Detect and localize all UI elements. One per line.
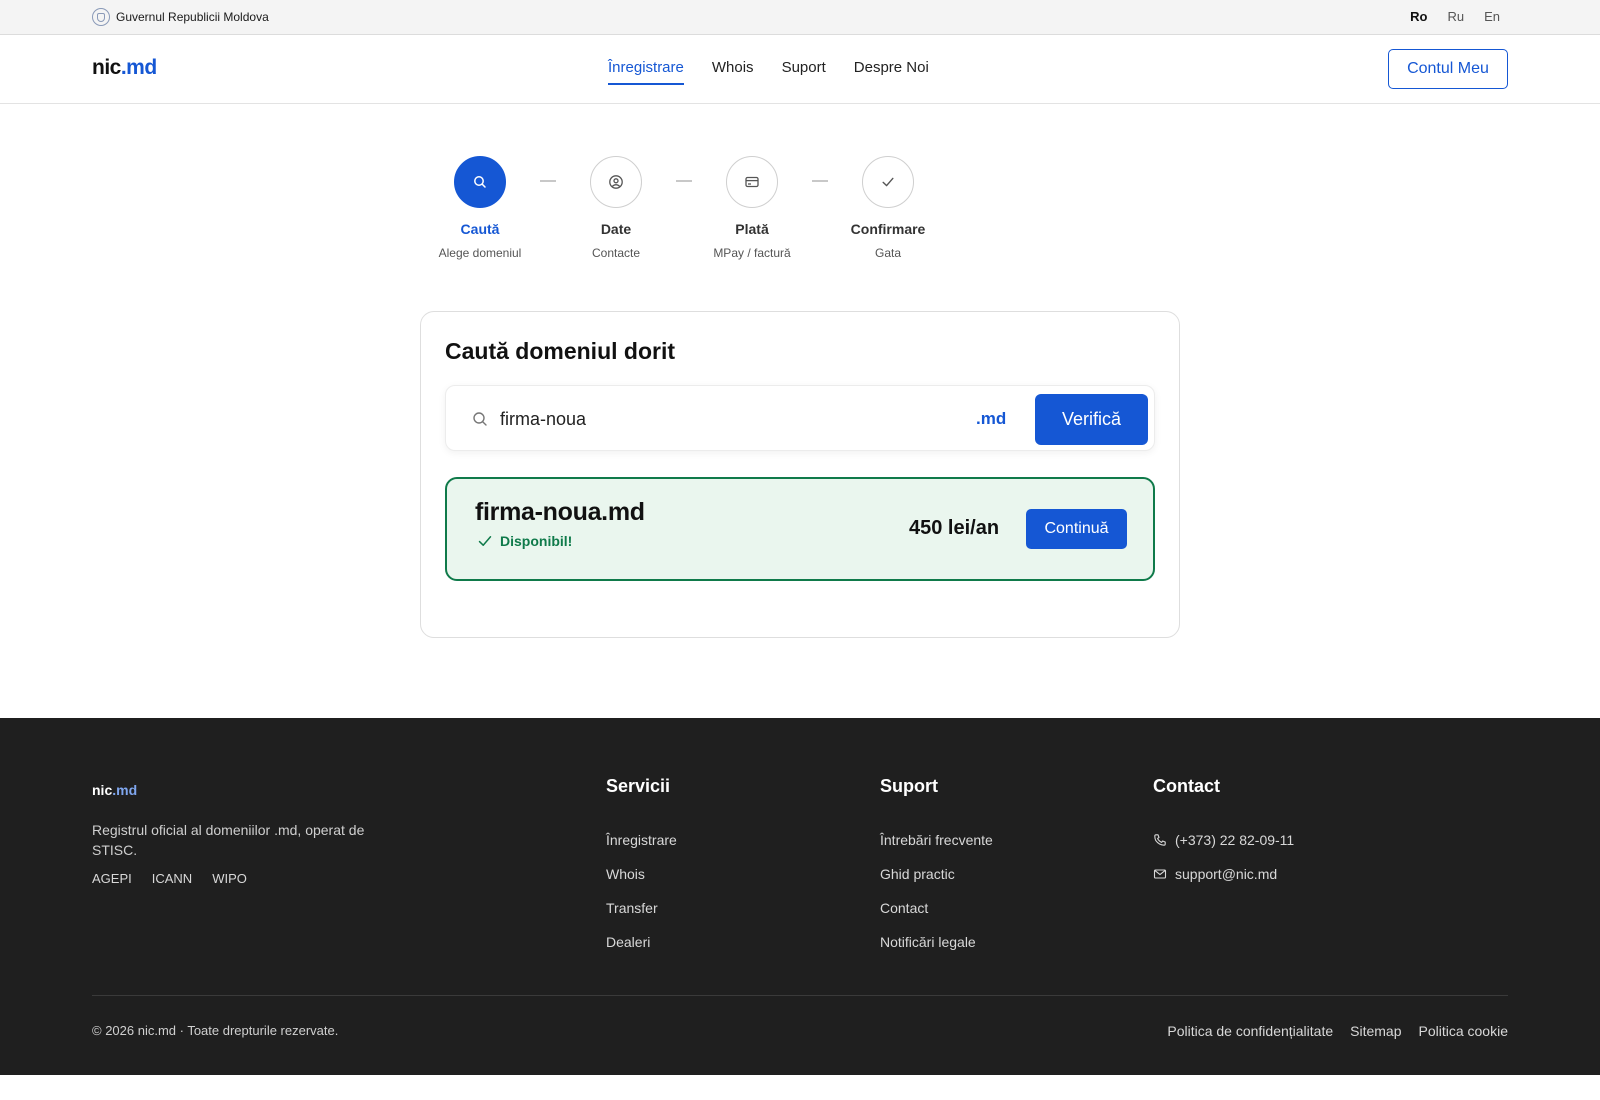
nav-whois[interactable]: Whois xyxy=(712,59,754,85)
nav-despre-noi[interactable]: Despre Noi xyxy=(854,59,929,85)
domain-search-input[interactable] xyxy=(500,404,940,434)
footer-legal-links: Politica de confidențialitate Sitemap Po… xyxy=(1167,1023,1508,1039)
step-title: Date xyxy=(600,221,632,237)
result-domain: firma-noua.md xyxy=(475,498,645,526)
phone-number: (+373) 22 82-09-11 xyxy=(1175,832,1295,848)
check-icon xyxy=(882,177,894,187)
step-connector xyxy=(540,180,556,182)
badge-agepi[interactable]: AGEPI xyxy=(92,871,132,886)
step-cauta: Caută Alege domeniul xyxy=(430,156,530,260)
credit-card-icon xyxy=(745,176,759,188)
badge-wipo[interactable]: WIPO xyxy=(212,871,247,886)
privacy-policy-link[interactable]: Politica de confidențialitate xyxy=(1167,1023,1333,1039)
step-title: Plată xyxy=(735,221,769,237)
footer-phone[interactable]: (+373) 22 82-09-11 xyxy=(1153,823,1294,857)
footer-email[interactable]: support@nic.md xyxy=(1153,857,1294,891)
registration-stepper: Caută Alege domeniul Date Contacte Plată… xyxy=(430,156,930,266)
step-connector xyxy=(676,180,692,182)
footer-link-guide[interactable]: Ghid practic xyxy=(880,857,993,891)
check-icon xyxy=(478,536,492,546)
lang-en[interactable]: En xyxy=(1484,9,1500,24)
tld-label: .md xyxy=(976,409,1007,428)
card-title: Caută domeniul dorit xyxy=(445,338,675,364)
step-circle xyxy=(726,156,778,208)
footer-link-contact[interactable]: Contact xyxy=(880,891,993,925)
step-plata: Plată MPay / factură xyxy=(702,156,802,260)
nav-inregistrare[interactable]: Înregistrare xyxy=(608,59,684,85)
footer-description: Registrul oficial al domeniilor .md, ope… xyxy=(92,822,365,858)
gov-label: Guvernul Republicii Moldova xyxy=(116,10,269,24)
footer-logo[interactable]: nic.md xyxy=(92,782,137,798)
lang-ru[interactable]: Ru xyxy=(1447,9,1464,24)
domain-search-card: Caută domeniul dorit .md Verifică firma-… xyxy=(420,311,1180,638)
step-date: Date Contacte xyxy=(566,156,666,260)
footer-contact-title: Contact xyxy=(1153,776,1220,796)
site-logo[interactable]: nic.md xyxy=(92,56,157,80)
step-subtitle: MPay / factură xyxy=(713,246,791,260)
continue-button[interactable]: Continuă xyxy=(1026,509,1127,549)
footer-services: Servicii Înregistrare Whois Transfer Dea… xyxy=(606,776,677,959)
phone-icon xyxy=(1154,834,1166,846)
step-subtitle: Alege domeniul xyxy=(438,246,522,260)
step-confirmare: Confirmare Gata xyxy=(838,156,938,260)
domain-search-box: .md Verifică xyxy=(445,385,1155,451)
footer-badges: AGEPI ICANN WIPO xyxy=(92,871,247,886)
footer-link-transfer[interactable]: Transfer xyxy=(606,891,677,925)
step-circle xyxy=(862,156,914,208)
step-title: Caută xyxy=(460,221,500,237)
footer-link-legal-notices[interactable]: Notificări legale xyxy=(880,925,993,959)
footer-divider xyxy=(92,995,1508,996)
footer-link-whois[interactable]: Whois xyxy=(606,857,677,891)
search-icon xyxy=(474,176,486,188)
search-icon xyxy=(473,412,487,426)
footer-support-title: Suport xyxy=(880,776,938,796)
cookie-policy-link[interactable]: Politica cookie xyxy=(1419,1023,1509,1039)
site-footer: nic.md Registrul oficial al domeniilor .… xyxy=(0,718,1600,1075)
step-connector xyxy=(812,180,828,182)
badge-icann[interactable]: ICANN xyxy=(152,871,192,886)
availability-result: firma-noua.md Disponibil! 450 lei/an Con… xyxy=(445,477,1155,581)
footer-logo-accent: .md xyxy=(112,782,138,798)
availability-status: Disponibil! xyxy=(477,533,572,549)
main-nav: Înregistrare Whois Suport Despre Noi xyxy=(608,59,929,85)
step-subtitle: Contacte xyxy=(591,246,641,260)
copyright: © 2026 nic.md · Toate drepturile rezerva… xyxy=(92,1023,339,1038)
result-price: 450 lei/an xyxy=(909,517,1000,539)
site-header: nic.md Înregistrare Whois Suport Despre … xyxy=(0,35,1600,104)
footer-link-dealeri[interactable]: Dealeri xyxy=(606,925,677,959)
footer-contact: Contact (+373) 22 82-09-11 support@nic.m… xyxy=(1153,776,1294,891)
step-subtitle: Gata xyxy=(874,246,901,260)
mail-icon xyxy=(1153,869,1167,879)
nav-suport[interactable]: Suport xyxy=(782,59,826,85)
account-button[interactable]: Contul Meu xyxy=(1388,49,1508,89)
sitemap-link[interactable]: Sitemap xyxy=(1350,1023,1401,1039)
email-address: support@nic.md xyxy=(1175,866,1278,882)
language-switcher: Ro Ru En xyxy=(1410,9,1500,24)
verify-button[interactable]: Verifică xyxy=(1035,394,1148,445)
status-label: Disponibil! xyxy=(500,533,573,549)
coat-of-arms-icon xyxy=(92,8,110,26)
footer-support: Suport Întrebări frecvente Ghid practic … xyxy=(880,776,993,959)
user-circle-icon xyxy=(609,175,623,189)
footer-link-inregistrare[interactable]: Înregistrare xyxy=(606,823,677,857)
gov-brand[interactable]: Guvernul Republicii Moldova xyxy=(92,8,269,26)
footer-services-title: Servicii xyxy=(606,776,671,796)
step-title: Confirmare xyxy=(850,221,926,237)
logo-main: nic xyxy=(92,56,121,79)
step-circle xyxy=(590,156,642,208)
logo-accent: .md xyxy=(120,56,157,79)
footer-link-faq[interactable]: Întrebări frecvente xyxy=(880,823,993,857)
lang-ro[interactable]: Ro xyxy=(1410,9,1427,24)
step-circle xyxy=(454,156,506,208)
gov-bar: Guvernul Republicii Moldova Ro Ru En xyxy=(0,0,1600,35)
footer-logo-main: nic xyxy=(92,782,113,798)
